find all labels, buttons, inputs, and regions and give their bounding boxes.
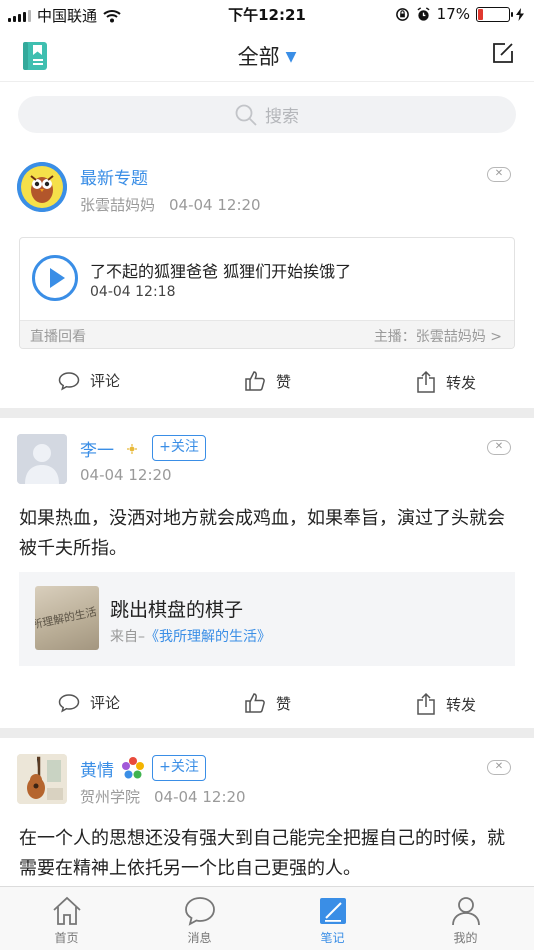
dismiss-icon[interactable]: ✕: [487, 167, 511, 182]
battery-icon: [476, 6, 513, 22]
note-icon: [319, 898, 346, 924]
share-button[interactable]: 转发: [416, 370, 476, 394]
post-time: 04-04 12:20: [154, 788, 246, 806]
post-author[interactable]: 最新专题: [80, 164, 148, 189]
avatar[interactable]: [17, 434, 67, 484]
alarm-icon: [417, 6, 430, 21]
share-button[interactable]: 转发: [416, 692, 476, 716]
comment-icon: [58, 371, 80, 390]
feed-list: 最新专题 张雲喆妈妈 04-04 12:20 ✕ 了不起的狐狸爸爸 狐狸们开始挨饿…: [0, 146, 534, 886]
thumbnail-text: 所理解的生活: [35, 605, 98, 632]
post-author[interactable]: 黄情: [80, 756, 114, 781]
status-bar: 中国联通 下午12:21 17%: [0, 0, 534, 28]
tab-profile[interactable]: 我的: [399, 887, 532, 950]
tab-label: 我的: [453, 931, 478, 945]
charging-icon: [516, 7, 524, 21]
message-icon: [184, 897, 215, 926]
filter-dropdown[interactable]: 全部 ▼: [0, 41, 534, 71]
share-label: 转发: [446, 695, 477, 714]
book-thumbnail: 所理解的生活: [35, 586, 99, 650]
profile-icon: [451, 897, 480, 926]
post-time: 04-04 12:20: [80, 466, 172, 484]
comment-button[interactable]: 评论: [58, 370, 120, 391]
comment-label: 评论: [90, 372, 121, 390]
live-footer: 直播回看 主播：张雲喆妈妈 >: [20, 320, 514, 348]
divider: [0, 408, 534, 418]
post-source: 张雲喆妈妈: [80, 196, 156, 214]
live-card[interactable]: 了不起的狐狸爸爸 狐狸们开始挨饿了 04-04 12:18 直播回看 主播：张雲…: [19, 237, 515, 349]
comment-icon: [58, 693, 80, 712]
feed-post-note: 李一 +关注 04-04 12:20 ✕ 如果热血，没洒对地方就会成鸡血，如果奉…: [0, 418, 534, 728]
tab-notes[interactable]: 笔记: [266, 887, 399, 950]
share-label: 转发: [446, 373, 477, 392]
nav-title: 全部: [237, 45, 280, 69]
quote-source-link[interactable]: 《我所理解的生活》: [145, 629, 271, 645]
follow-button[interactable]: +关注: [152, 435, 206, 461]
nav-bar: 全部 ▼: [0, 28, 534, 82]
divider: [0, 728, 534, 738]
app-screen: 中国联通 下午12:21 17% 全部 ▼ 搜索 最新专题 张雲喆妈妈 04-0…: [0, 0, 534, 950]
dismiss-icon[interactable]: ✕: [487, 440, 511, 455]
post-author[interactable]: 李一: [80, 436, 114, 461]
tab-home[interactable]: 首页: [0, 887, 133, 950]
guitar-avatar-image: [17, 754, 67, 804]
tab-bar: 首页 消息 笔记 我的: [0, 886, 534, 950]
battery-percent: 17%: [436, 5, 470, 23]
search-icon: [235, 104, 257, 126]
host-link[interactable]: 主播：张雲喆妈妈 >: [374, 326, 502, 346]
default-avatar-icon: [17, 434, 67, 484]
home-icon: [52, 896, 81, 925]
avatar[interactable]: [17, 162, 67, 212]
tab-label: 笔记: [320, 931, 345, 945]
search-placeholder: 搜索: [265, 107, 299, 127]
tab-messages[interactable]: 消息: [133, 887, 266, 950]
quote-title: 跳出棋盘的棋子: [110, 599, 244, 621]
owl-avatar-image: [17, 162, 67, 212]
like-button[interactable]: 赞: [244, 692, 291, 714]
comment-button[interactable]: 评论: [58, 692, 120, 713]
replay-label: 直播回看: [30, 329, 86, 345]
comment-label: 评论: [90, 694, 121, 712]
quote-from-prefix: 来自–: [110, 629, 145, 645]
share-icon: [417, 692, 435, 715]
rotation-lock-icon: [395, 7, 409, 21]
tab-label: 首页: [54, 931, 79, 945]
share-icon: [417, 370, 435, 393]
flower-badge-icon: [122, 757, 144, 779]
play-icon[interactable]: [32, 255, 78, 301]
compose-icon[interactable]: [492, 42, 514, 64]
post-actions: 评论 赞 转发: [0, 370, 534, 400]
live-time: 04-04 12:18: [90, 284, 176, 300]
like-label: 赞: [276, 694, 292, 713]
post-time: 04-04 12:20: [169, 196, 261, 214]
avatar[interactable]: [17, 754, 67, 804]
live-title: 了不起的狐狸爸爸 狐狸们开始挨饿了: [90, 262, 352, 281]
level-badge-icon: [127, 444, 137, 454]
post-text: 如果热血，没洒对地方就会成鸡血，如果奉旨，演过了头就会被千夫所指。: [19, 508, 505, 559]
feed-post-live: 最新专题 张雲喆妈妈 04-04 12:20 ✕ 了不起的狐狸爸爸 狐狸们开始挨饿…: [0, 146, 534, 408]
like-button[interactable]: 赞: [244, 370, 291, 392]
like-label: 赞: [276, 372, 292, 391]
thumbs-up-icon: [245, 693, 265, 713]
chevron-down-icon: ▼: [285, 49, 297, 65]
tab-label: 消息: [187, 931, 212, 945]
quote-card[interactable]: 所理解的生活 跳出棋盘的棋子 来自–《我所理解的生活》: [19, 572, 515, 666]
post-school: 贺州学院: [80, 788, 141, 806]
post-actions: 评论 赞 转发: [0, 692, 534, 722]
search-input[interactable]: 搜索: [18, 96, 516, 133]
thumbs-up-icon: [245, 371, 265, 391]
follow-button[interactable]: +关注: [152, 755, 206, 781]
post-text: 在一个人的思想还没有强大到自己能完全把握自己的时候，就需要在精神上依托另一个比自…: [19, 828, 505, 879]
dismiss-icon[interactable]: ✕: [487, 760, 511, 775]
feed-post-note: 黄情 +关注 贺州学院 04-04 12:20 ✕ 在一个人的思想还没有强大到自己…: [0, 738, 534, 886]
